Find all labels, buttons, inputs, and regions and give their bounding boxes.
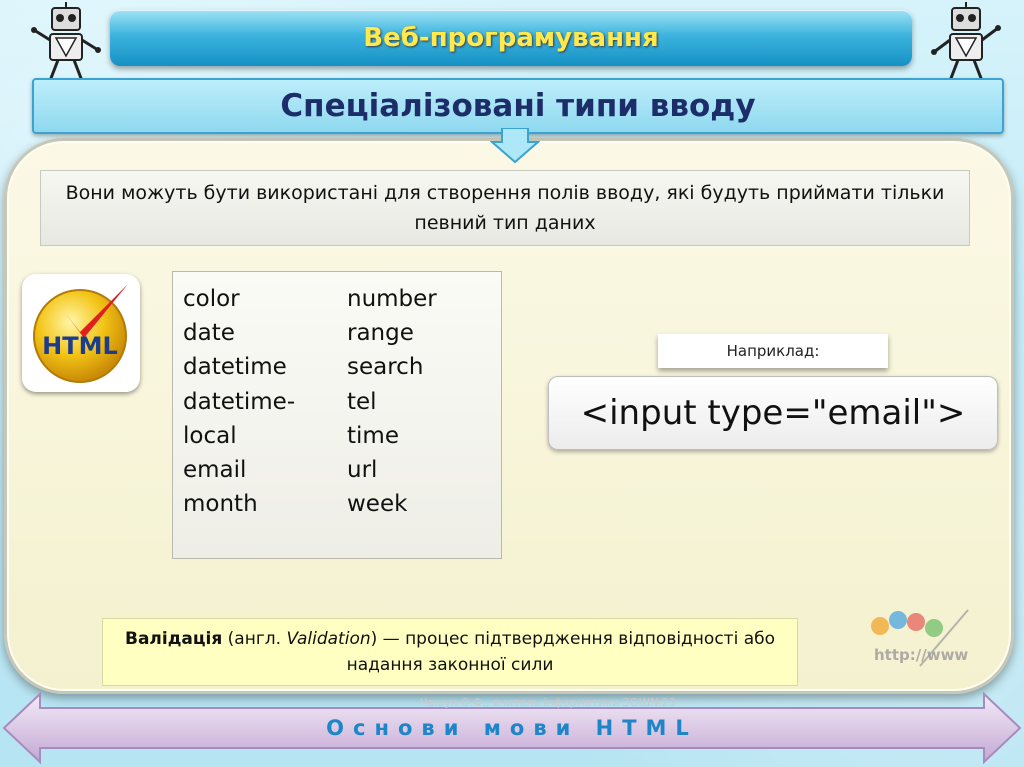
list-item: number [347, 286, 437, 312]
list-item: time [347, 422, 399, 449]
validation-foreign-term: Validation [286, 629, 371, 649]
http-globe-icon: http://www [871, 609, 969, 667]
header-bar: Веб-програмування [110, 10, 912, 66]
header-title: Веб-програмування [363, 23, 659, 53]
list-item: local [183, 422, 237, 449]
list-item: datetime- [183, 388, 296, 415]
slide-heading: Спеціалізовані типи вводу [280, 88, 756, 124]
list-item: range [347, 320, 414, 347]
example-label-box: Наприклад: [658, 334, 888, 368]
list-item: color [183, 286, 240, 312]
list-item: tel [347, 388, 377, 415]
validation-definition-box: Валідація (англ. Validation) — процес пі… [102, 618, 798, 686]
list-item: datetime [183, 354, 287, 381]
html-logo: HTML [22, 274, 140, 392]
list-item: search [347, 354, 424, 381]
input-types-list: color date datetime datetime- local emai… [172, 271, 502, 559]
arrow-down-icon [490, 128, 540, 164]
list-item: week [347, 491, 408, 518]
types-column-left: color date datetime datetime- local emai… [183, 282, 295, 521]
example-code-box: <input type="email"> [548, 376, 998, 450]
description-text: Вони можуть бути використані для створен… [65, 182, 945, 234]
validation-pre: (англ. [222, 629, 287, 649]
footer-title: Основи мови HTML [326, 716, 698, 740]
footer-author: Чашук О.Ф., вчитель інформатики ЗОШ№23 [420, 696, 676, 709]
validation-post: ) — процес підтвердження відповідності а… [346, 629, 776, 675]
slide-heading-bar: Спеціалізовані типи вводу [32, 78, 1004, 134]
list-item: date [183, 320, 235, 347]
list-item: url [347, 457, 378, 484]
list-item: month [183, 491, 258, 518]
http-logo-text: http://www [874, 646, 968, 664]
types-column-right: number range search tel time url week [347, 282, 437, 521]
html-logo-icon: HTML [33, 284, 128, 383]
logo-text: HTML [42, 332, 118, 360]
example-label: Наприклад: [726, 342, 820, 360]
description-box: Вони можуть бути використані для створен… [40, 170, 970, 246]
validation-definition: Валідація (англ. Validation) — процес пі… [120, 626, 780, 678]
example-code: <input type="email"> [580, 393, 966, 433]
list-item: email [183, 457, 247, 484]
validation-term: Валідація [124, 629, 223, 649]
